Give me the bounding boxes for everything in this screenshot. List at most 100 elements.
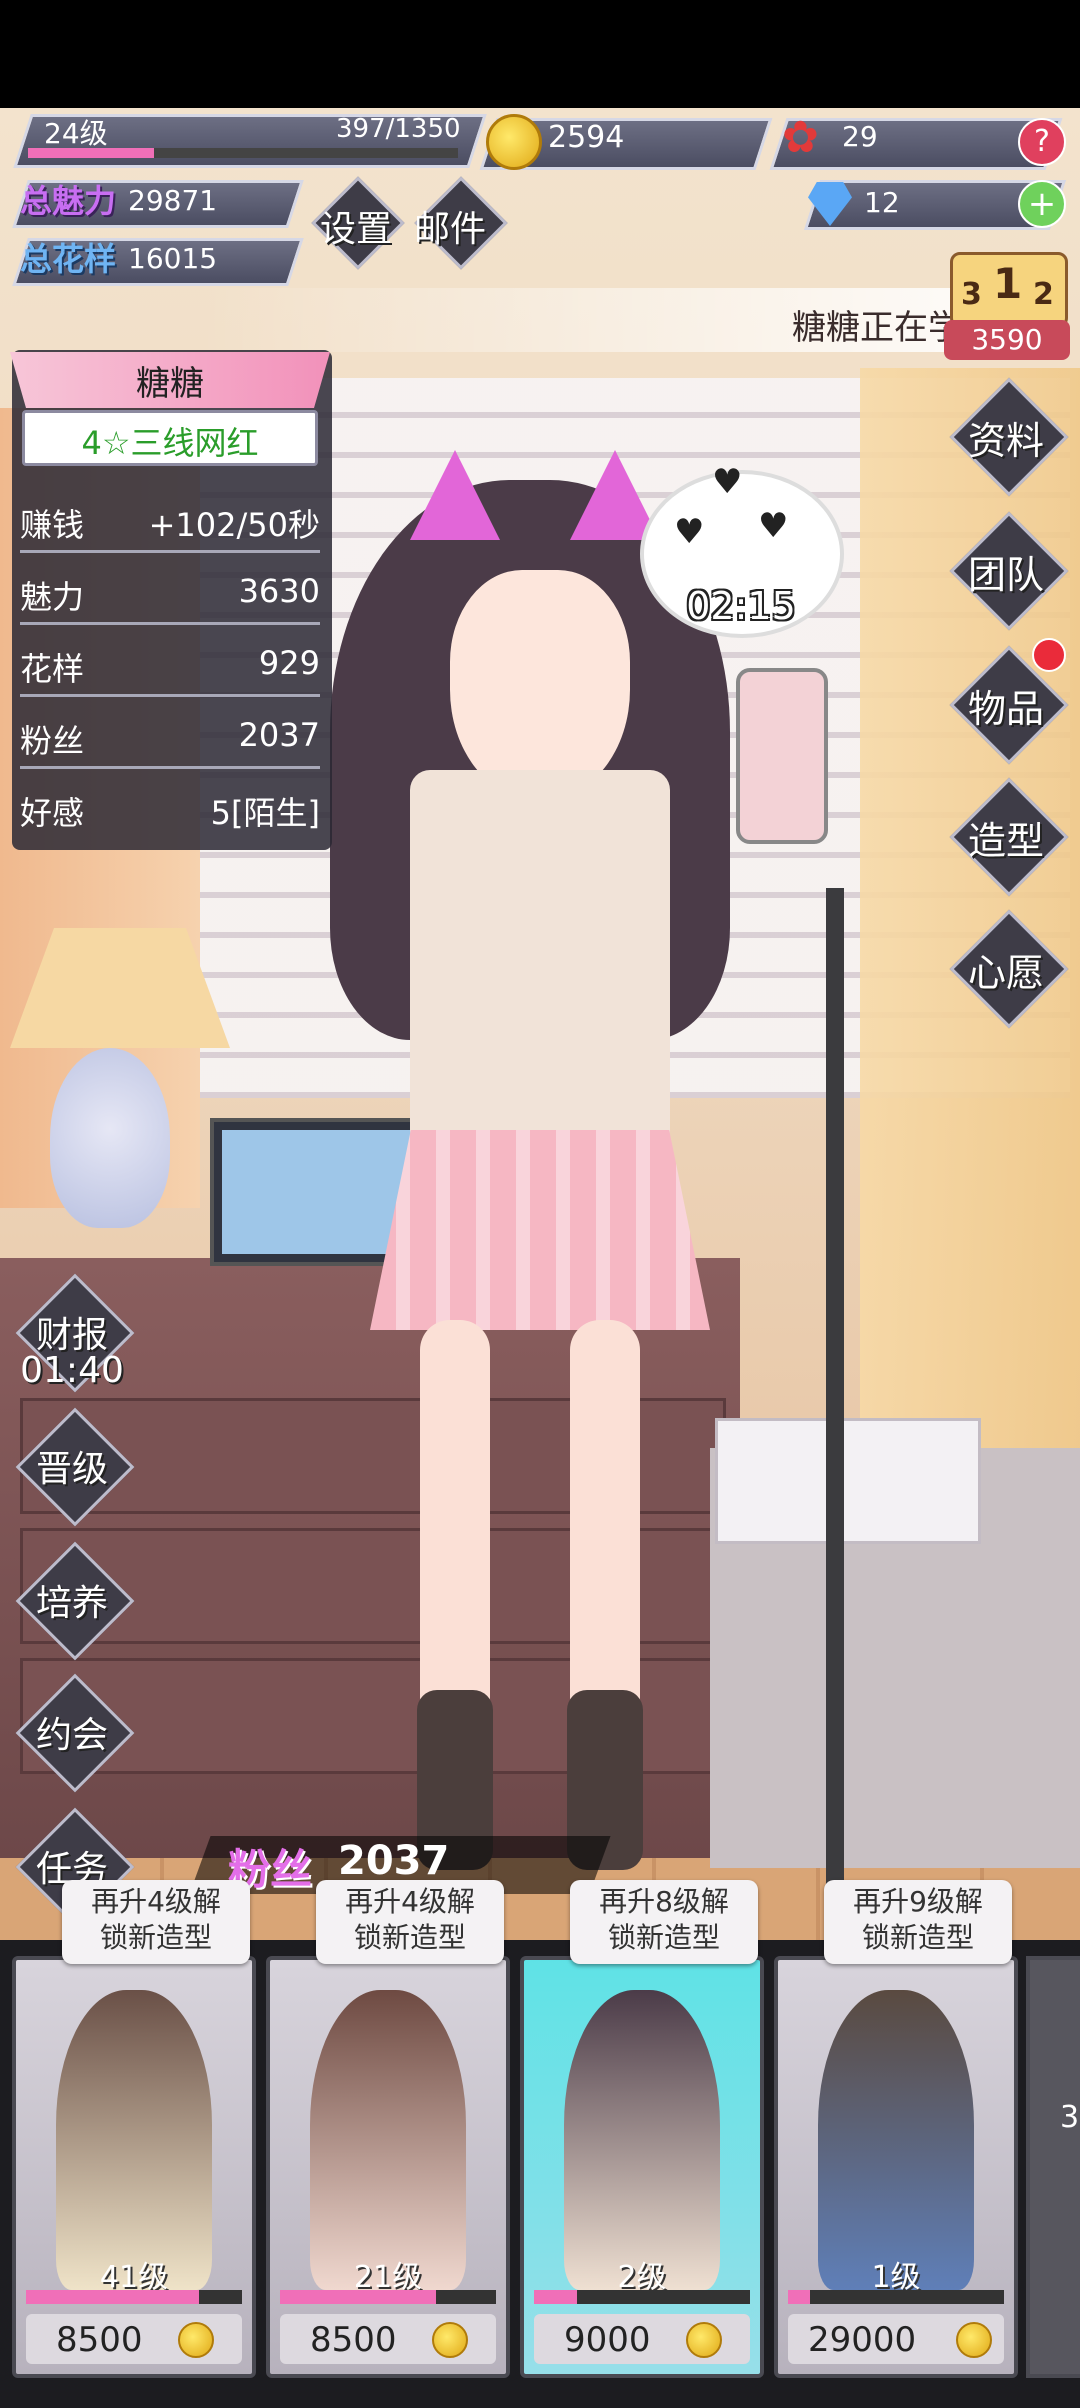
character-leg — [420, 1320, 490, 1740]
card-progress-fill — [788, 2290, 810, 2304]
button-label: 造型 — [967, 819, 1044, 863]
stat-row-pattern: 花样 929 — [20, 624, 320, 697]
character-card[interactable]: 1级 29000 — [774, 1956, 1018, 2378]
exp-fill — [28, 148, 155, 158]
card-price: 9000 — [564, 2320, 651, 2360]
coin-icon — [956, 2322, 992, 2358]
date-button[interactable]: 约会 — [15, 1673, 135, 1793]
character-name: 糖糖 — [136, 364, 204, 404]
vase-lamp — [50, 1048, 170, 1228]
coin-value: 2594 — [548, 120, 625, 155]
coin-icon — [432, 2322, 468, 2358]
total-charm-label: 总魅力 — [20, 182, 117, 220]
add-diamond-button[interactable]: + — [1018, 180, 1066, 228]
character-card[interactable]: 21级 8500 — [266, 1956, 510, 2378]
fans-value: 2037 — [338, 1838, 450, 1884]
total-charm-value: 29871 — [128, 184, 218, 217]
stat-value: 5[陌生] — [210, 794, 320, 832]
tooltip-line: 再升4级解 — [91, 1885, 221, 1918]
phone-stand — [826, 888, 844, 1988]
stat-row-affinity: 好感 5[陌生] — [20, 768, 320, 838]
stat-value: 2037 — [238, 716, 320, 754]
help-button[interactable]: ? — [1018, 118, 1066, 166]
card-price: 8500 — [310, 2320, 397, 2360]
heart-icon: ♥ — [712, 462, 743, 502]
coin-icon — [686, 2322, 722, 2358]
coin-icon — [178, 2322, 214, 2358]
game-screen: { "header": { "level": "24级", "exp": "39… — [0, 0, 1080, 2408]
partial-card-text: 3 — [1060, 2100, 1080, 2135]
report-timer: 01:40 — [20, 1350, 124, 1391]
total-pattern-label: 总花样 — [20, 240, 117, 278]
heart-icon: ♥ — [758, 506, 789, 546]
train-button[interactable]: 培养 — [15, 1541, 135, 1661]
button-label: 物品 — [967, 687, 1044, 731]
character-top — [410, 770, 670, 1150]
tooltip-line: 再升9级解 — [853, 1885, 983, 1918]
notification-dot — [1032, 638, 1066, 672]
stat-label: 赚钱 — [20, 506, 85, 544]
team-menu-button[interactable]: 团队 — [949, 511, 1069, 631]
player-level: 24级 — [44, 117, 108, 150]
card-progress-track — [788, 2290, 1004, 2304]
rank-title: 4☆三线网红 — [81, 424, 259, 462]
tooltip-line: 锁新造型 — [607, 1921, 720, 1954]
stat-label: 粉丝 — [20, 722, 85, 760]
stat-label: 花样 — [20, 650, 85, 688]
ticker-text: 糖糖正在学 — [792, 308, 962, 348]
smartphone — [736, 668, 828, 844]
character-card[interactable]: 41级 8500 — [12, 1956, 256, 2378]
heart-icon: ♥ — [674, 512, 705, 552]
card-price: 8500 — [56, 2320, 143, 2360]
character-leg — [570, 1320, 640, 1740]
stat-row-fans: 粉丝 2037 — [20, 696, 320, 769]
card-portrait — [564, 1990, 720, 2290]
character-tangtang[interactable] — [300, 440, 760, 1880]
card-portrait — [56, 1990, 212, 2290]
button-label: 晋级 — [35, 1449, 108, 1490]
card-portrait — [310, 1990, 466, 2290]
button-label: 约会 — [35, 1715, 108, 1756]
tooltip-line: 锁新造型 — [353, 1921, 466, 1954]
button-label: 资料 — [967, 419, 1044, 463]
rose-icon: ✿ — [782, 112, 819, 163]
coin-icon — [486, 114, 542, 170]
stat-value: +102/50秒 — [148, 506, 320, 544]
wish-menu-button[interactable]: 心愿 — [949, 909, 1069, 1029]
stat-label: 好感 — [20, 794, 85, 832]
outfit-menu-button[interactable]: 造型 — [949, 777, 1069, 897]
tooltip-line: 锁新造型 — [99, 1921, 212, 1954]
rose-value: 29 — [842, 120, 878, 153]
unlock-tooltip: 再升8级解 锁新造型 — [570, 1880, 758, 1964]
tooltip-line: 再升4级解 — [345, 1885, 475, 1918]
unlock-tooltip: 再升9级解 锁新造型 — [824, 1880, 1012, 1964]
stat-row-charm: 魅力 3630 — [20, 552, 320, 625]
diamond-value: 12 — [864, 186, 900, 219]
exp-text: 397/1350 — [336, 114, 461, 144]
ranking-podium-button[interactable]: 3 1 2 — [950, 252, 1068, 328]
total-pattern-value: 16015 — [128, 242, 218, 275]
button-label: 心愿 — [967, 951, 1044, 995]
card-price: 29000 — [808, 2320, 917, 2360]
stat-label: 魅力 — [20, 578, 85, 616]
button-label: 团队 — [967, 553, 1044, 597]
profile-menu-button[interactable]: 资料 — [949, 377, 1069, 497]
rank-score: 3590 — [944, 320, 1070, 360]
card-progress-fill — [534, 2290, 578, 2304]
tooltip-line: 锁新造型 — [861, 1921, 974, 1954]
rank-third: 3 — [961, 277, 982, 312]
character-face — [450, 570, 630, 800]
card-progress-fill — [280, 2290, 436, 2304]
promote-button[interactable]: 晋级 — [15, 1407, 135, 1527]
character-card-selected[interactable]: 2级 9000 — [520, 1956, 764, 2378]
card-progress-fill — [26, 2290, 199, 2304]
settings-label: 设置 — [320, 209, 393, 250]
mail-label: 邮件 — [414, 209, 487, 250]
tooltip-line: 再升8级解 — [599, 1885, 729, 1918]
button-label: 培养 — [35, 1583, 108, 1624]
unlock-tooltip: 再升4级解 锁新造型 — [316, 1880, 504, 1964]
stat-value: 3630 — [238, 572, 320, 610]
character-card-partial[interactable]: 3 — [1026, 1956, 1080, 2378]
rank-second: 2 — [1033, 277, 1054, 312]
card-portrait — [818, 1990, 974, 2290]
